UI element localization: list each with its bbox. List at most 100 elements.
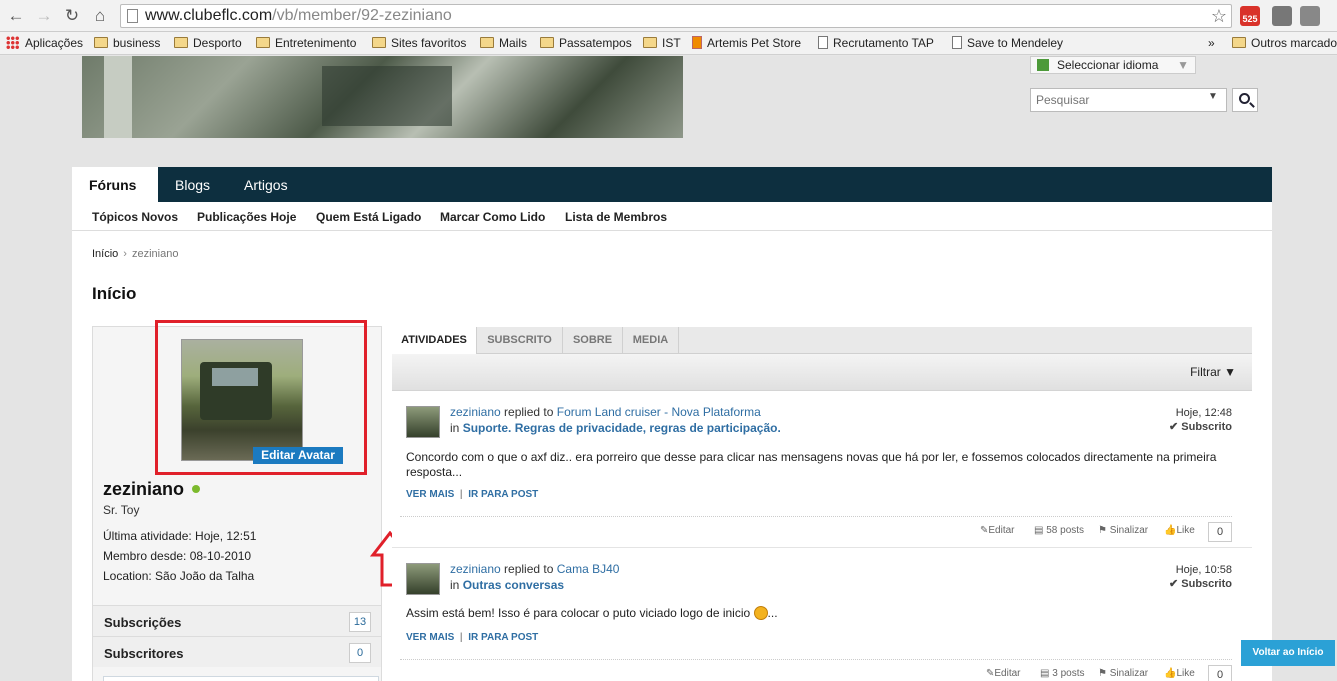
search-icon <box>1239 93 1250 104</box>
edit-action[interactable]: ✎Editar <box>986 668 1021 679</box>
post-subscribed[interactable]: ✔ Subscrito <box>1169 577 1232 590</box>
url-path: /vb/member/92-zeziniano <box>272 7 452 24</box>
subscribers-row[interactable]: Subscritores 0 <box>93 636 381 667</box>
tab-media[interactable]: MEDIA <box>623 327 679 354</box>
bookmark-sites-favoritos[interactable]: Sites favoritos <box>372 36 466 50</box>
tab-atividades[interactable]: ATIVIDADES <box>392 327 477 355</box>
ir-para-post-link[interactable]: IR PARA POST <box>468 632 538 643</box>
back-to-top-button[interactable]: Voltar ao Início <box>1241 640 1335 666</box>
like-action[interactable]: 👍Like <box>1164 525 1195 536</box>
report-action[interactable]: ⚑ Sinalizar <box>1098 668 1148 679</box>
forward-icon[interactable]: → <box>34 6 54 26</box>
search-dropdown-icon[interactable]: ▼ <box>1208 91 1218 102</box>
page-icon <box>952 36 962 49</box>
profile-bottom-field[interactable] <box>103 676 379 681</box>
apps-icon <box>6 36 19 49</box>
post-links: VER MAIS | IR PARA POST <box>406 632 538 643</box>
post-avatar[interactable] <box>406 406 440 438</box>
tab-artigos[interactable]: Artigos <box>244 167 288 202</box>
language-selector[interactable]: Seleccionar idioma ▼ <box>1030 56 1196 74</box>
report-action[interactable]: ⚑ Sinalizar <box>1098 525 1148 536</box>
like-action[interactable]: 👍Like <box>1164 668 1195 679</box>
post-forum-link[interactable]: Outras conversas <box>463 578 564 592</box>
bookmark-recrutamento[interactable]: Recrutamento TAP <box>818 36 934 50</box>
bookmark-star-icon[interactable]: ☆ <box>1211 5 1227 27</box>
page-title: Início <box>92 284 137 303</box>
edit-action[interactable]: ✎Editar <box>980 525 1015 536</box>
like-count: 0 <box>1208 522 1232 542</box>
post-body-ellipsis: ... <box>767 606 778 620</box>
folder-icon <box>174 37 188 48</box>
ver-mais-link[interactable]: VER MAIS <box>406 489 454 500</box>
last-activity: Última atividade: Hoje, 12:51 <box>103 529 257 543</box>
tab-blogs[interactable]: Blogs <box>175 167 210 202</box>
link-lista-de-membros[interactable]: Lista de Membros <box>565 210 667 224</box>
flag-icon: ⚑ <box>1098 525 1107 536</box>
page-icon <box>818 36 828 49</box>
link-quem-esta-ligado[interactable]: Quem Está Ligado <box>316 210 421 224</box>
language-label: Seleccionar idioma <box>1057 58 1159 72</box>
filter-bar: Filtrar ▼ <box>392 354 1252 391</box>
bookmark-outros[interactable]: Outros marcado <box>1232 36 1337 50</box>
tab-foruns[interactable]: Fóruns <box>72 167 158 202</box>
download-icon[interactable] <box>1300 6 1320 26</box>
posts-count[interactable]: ▤ 3 posts <box>1040 668 1084 679</box>
bookmark-passatempos[interactable]: Passatempos <box>540 36 632 50</box>
gmail-icon[interactable]: 525 <box>1240 6 1260 26</box>
bookmark-ist[interactable]: IST <box>643 36 681 50</box>
tab-sobre[interactable]: SOBRE <box>563 327 623 354</box>
breadcrumb-home[interactable]: Início <box>92 248 118 260</box>
subscribers-count: 0 <box>349 643 371 663</box>
bookmark-entretenimento[interactable]: Entretenimento <box>256 36 356 50</box>
chevron-down-icon: ▼ <box>1177 58 1189 72</box>
bookmark-business[interactable]: business <box>94 36 160 50</box>
ir-para-post-link[interactable]: IR PARA POST <box>468 489 538 500</box>
link-marcar-como-lido[interactable]: Marcar Como Lido <box>440 210 545 224</box>
bookmark-mails[interactable]: Mails <box>480 36 527 50</box>
post-subscribed[interactable]: ✔ Subscrito <box>1169 420 1232 433</box>
folder-icon <box>480 37 494 48</box>
post-user-link[interactable]: zeziniano <box>450 405 501 419</box>
filter-button[interactable]: Filtrar ▼ <box>1190 365 1236 379</box>
post-forum-link[interactable]: Suporte. Regras de privacidade, regras d… <box>463 421 781 435</box>
folder-icon <box>256 37 270 48</box>
document-icon: ▤ <box>1040 668 1050 679</box>
bookmark-mendeley[interactable]: Save to Mendeley <box>952 36 1063 50</box>
highlight-box <box>155 320 367 475</box>
link-topicos-novos[interactable]: Tópicos Novos <box>92 210 178 224</box>
bookmark-artemis[interactable]: Artemis Pet Store <box>692 36 801 50</box>
back-icon[interactable]: ← <box>6 6 26 26</box>
search-button[interactable] <box>1232 88 1258 112</box>
document-icon: ▤ <box>1034 525 1044 536</box>
folder-icon <box>94 37 108 48</box>
home-icon[interactable]: ⌂ <box>90 6 110 26</box>
search-input[interactable] <box>1030 88 1227 112</box>
extension-icon[interactable] <box>1272 6 1292 26</box>
folder-icon <box>1232 37 1246 48</box>
link-publicacoes-hoje[interactable]: Publicações Hoje <box>197 210 296 224</box>
posts-count[interactable]: ▤ 58 posts <box>1034 525 1084 536</box>
bookmarks-overflow[interactable]: » <box>1208 36 1215 50</box>
post-avatar[interactable] <box>406 563 440 595</box>
sub-nav: Tópicos Novos Publicações Hoje Quem Está… <box>72 202 1272 231</box>
browser-toolbar: ← → ↻ ⌂ www.clubeflc.com/vb/member/92-ze… <box>0 0 1337 32</box>
ver-mais-link[interactable]: VER MAIS <box>406 632 454 643</box>
subscriptions-row[interactable]: Subscrições 13 <box>93 605 381 636</box>
reload-icon[interactable]: ↻ <box>62 6 82 26</box>
bookmark-desporto[interactable]: Desporto <box>174 36 242 50</box>
bookmark-apps[interactable]: Aplicações <box>6 36 83 50</box>
tongue-smiley-icon <box>753 606 768 620</box>
post-user-link[interactable]: zeziniano <box>450 562 501 576</box>
post-thread-link[interactable]: Forum Land cruiser - Nova Plataforma <box>557 405 761 419</box>
user-title: Sr. Toy <box>103 503 140 517</box>
post-links: VER MAIS | IR PARA POST <box>406 489 538 500</box>
like-count: 0 <box>1208 665 1232 681</box>
address-bar[interactable]: www.clubeflc.com/vb/member/92-zeziniano … <box>120 4 1232 28</box>
check-icon: ✔ <box>1168 578 1179 590</box>
post-in: in <box>450 578 460 592</box>
tab-subscrito[interactable]: SUBSCRITO <box>477 327 563 354</box>
page: Seleccionar idioma ▼ ▼ Fóruns Blogs Arti… <box>0 56 1337 681</box>
caret-down-icon: ▼ <box>1224 365 1236 379</box>
post-thread-link[interactable]: Cama BJ40 <box>557 562 620 576</box>
post-forum: in Suporte. Regras de privacidade, regra… <box>450 421 781 435</box>
